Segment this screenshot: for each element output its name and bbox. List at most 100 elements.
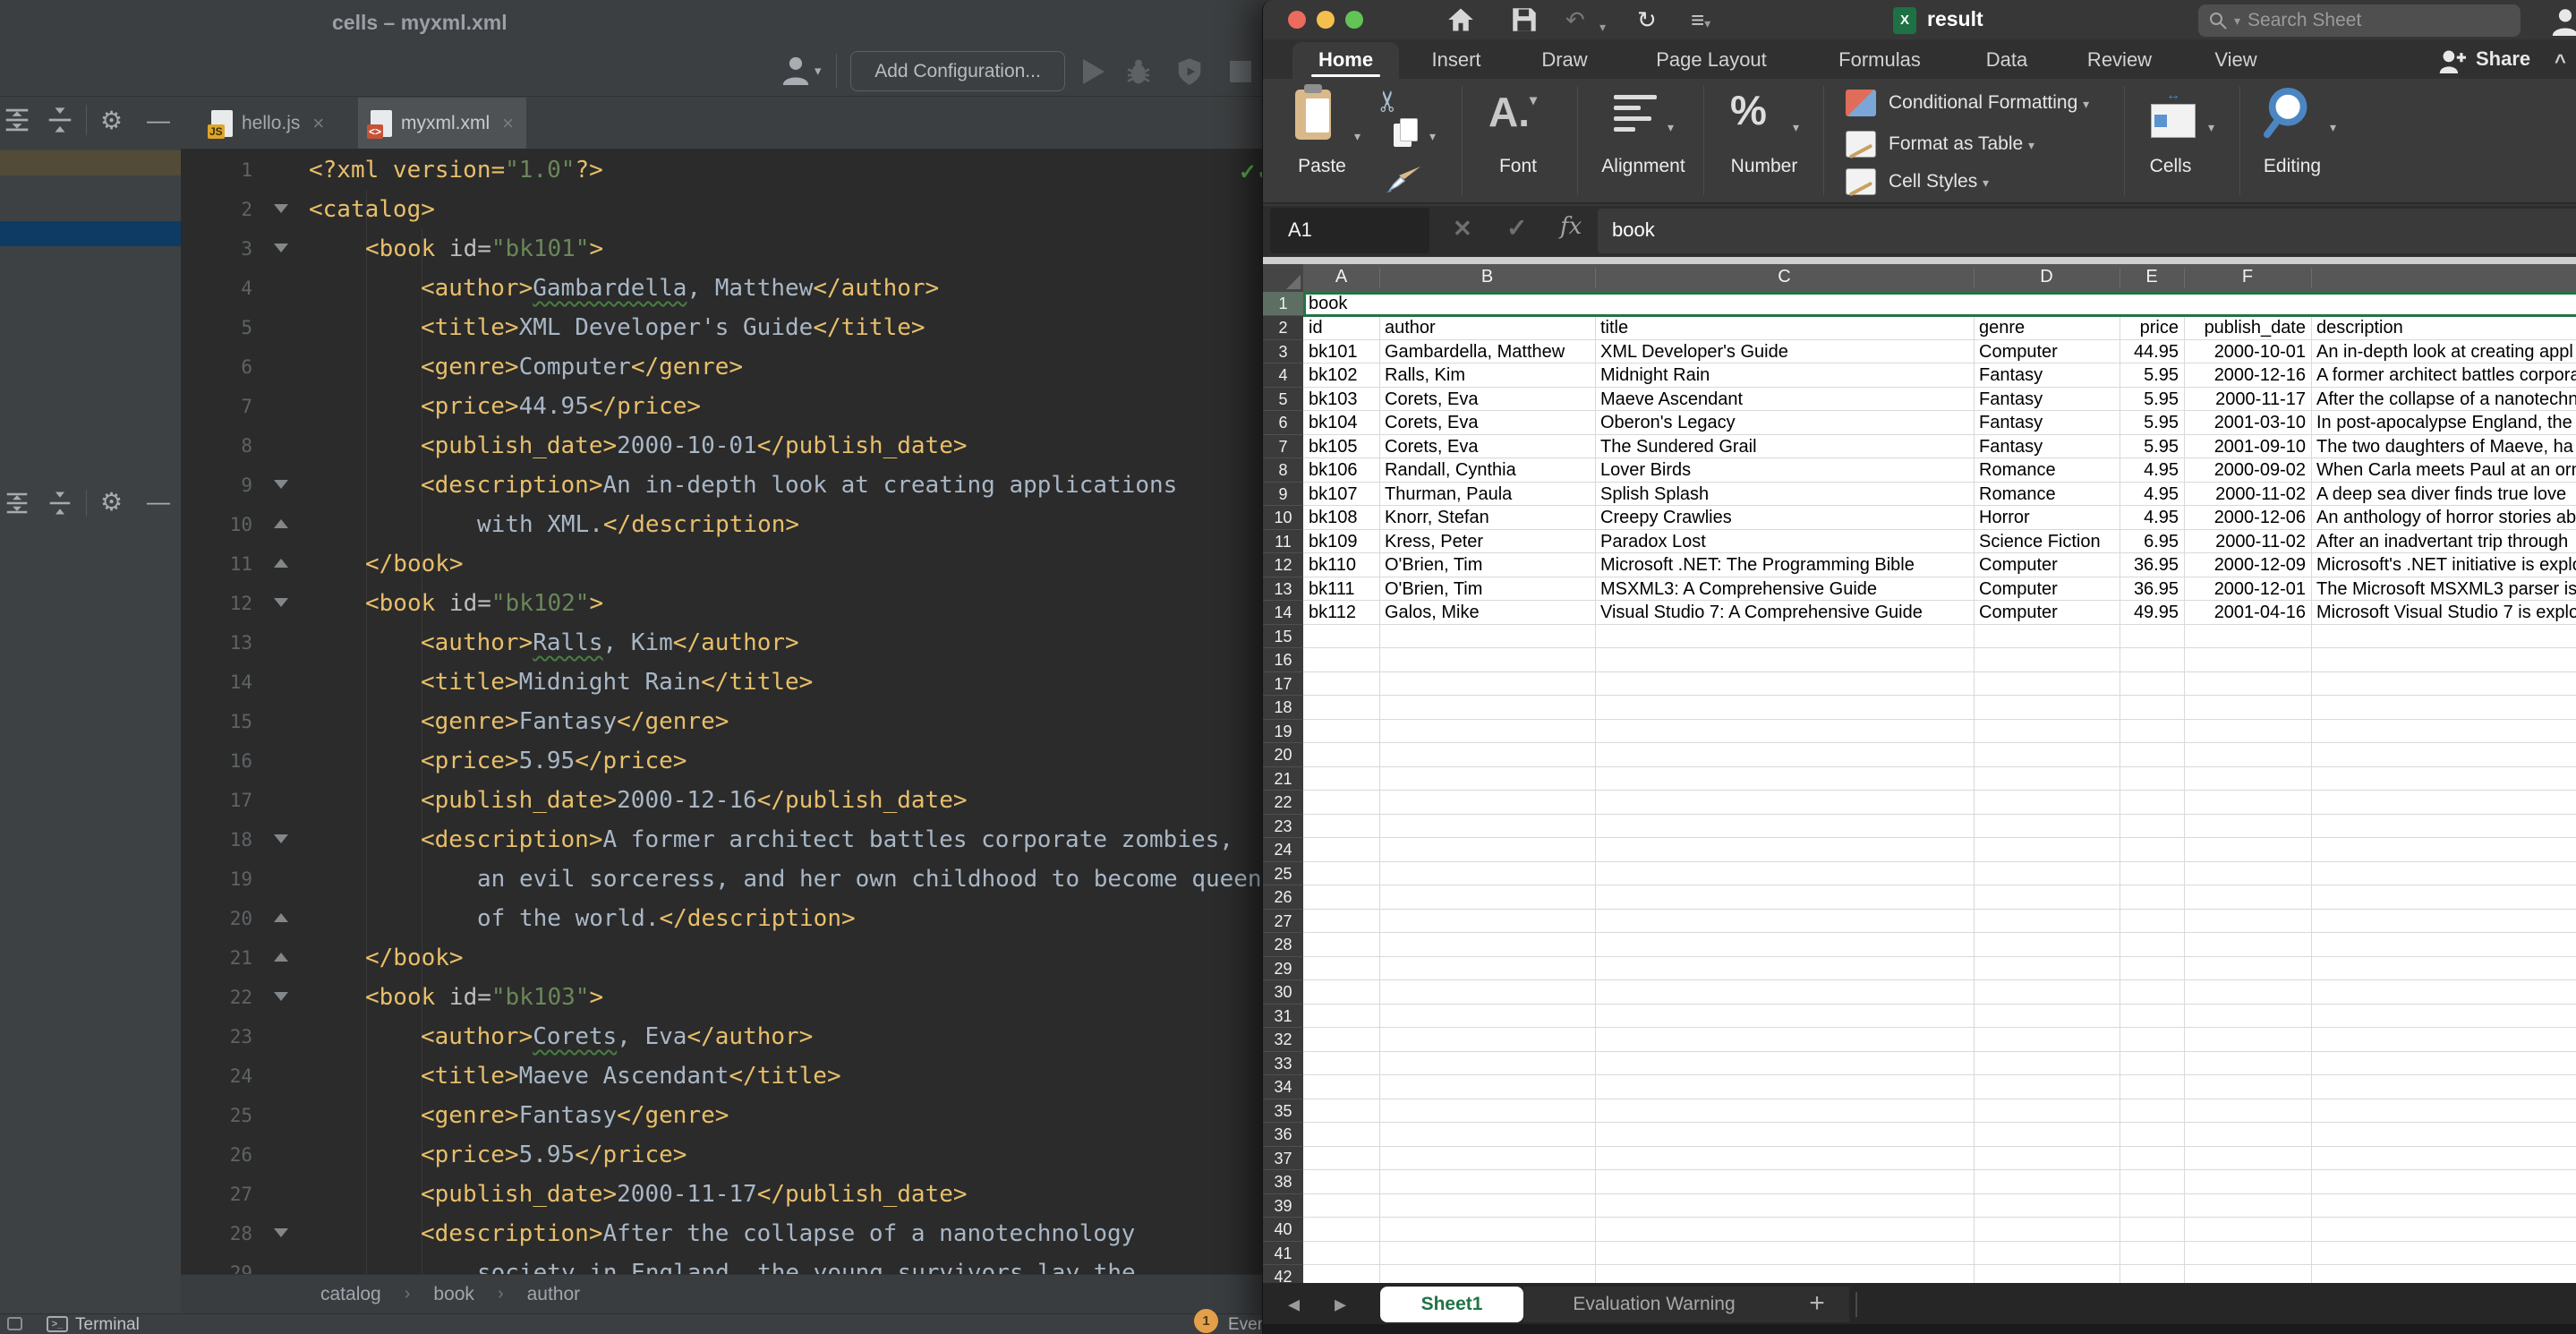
chevron-down-icon[interactable]: ▾ (1429, 129, 1436, 144)
row-header-14[interactable]: 14 (1263, 601, 1303, 625)
grid-cell[interactable]: 36.95 (2125, 577, 2179, 602)
column-header-E[interactable]: E (2145, 267, 2157, 287)
search-input[interactable]: ▾ Search Sheet (2198, 4, 2521, 37)
grid-cell[interactable]: Corets, Eva (1385, 435, 1590, 459)
alignment-group-icon[interactable] (1614, 95, 1657, 138)
grid-cell[interactable]: bk104 (1309, 411, 1374, 435)
grid-cell[interactable]: Corets, Eva (1385, 388, 1590, 412)
account-icon[interactable] (2550, 5, 2576, 36)
format-painter-icon[interactable] (1385, 165, 1424, 192)
grid-cell[interactable]: Randall, Cynthia (1385, 458, 1590, 483)
grid-cell[interactable]: 2000-12-01 (2189, 577, 2306, 602)
chevron-down-icon[interactable]: ▾ (1354, 129, 1361, 144)
fold-marker[interactable] (274, 480, 288, 489)
grid-cell[interactable]: 2001-03-10 (2189, 411, 2306, 435)
grid-cell[interactable]: Gambardella, Matthew (1385, 340, 1590, 364)
row-header-11[interactable]: 11 (1263, 530, 1303, 554)
fold-marker[interactable] (274, 992, 288, 1001)
row-header-18[interactable]: 18 (1263, 696, 1303, 720)
grid-cell[interactable]: Microsoft Visual Studio 7 is explo (2316, 601, 2576, 625)
collapse-ribbon-icon[interactable]: ^ (2555, 50, 2566, 73)
grid-cell[interactable]: The Microsoft MSXML3 parser is (2316, 577, 2576, 602)
grid-cell[interactable]: bk110 (1309, 553, 1374, 577)
user-avatar-icon[interactable]: ▾ (780, 52, 831, 90)
row-header-26[interactable]: 26 (1263, 885, 1303, 910)
grid-cell[interactable]: Oberon's Legacy (1600, 411, 1968, 435)
add-configuration-button[interactable]: Add Configuration... (850, 51, 1065, 91)
row-header-4[interactable]: 4 (1263, 363, 1303, 388)
row-header-31[interactable]: 31 (1263, 1005, 1303, 1029)
row-header-22[interactable]: 22 (1263, 791, 1303, 815)
row-header-8[interactable]: 8 (1263, 458, 1303, 483)
row-header-37[interactable]: 37 (1263, 1147, 1303, 1171)
grid-cell[interactable]: Maeve Ascendant (1600, 388, 1968, 412)
tree-row-highlighted[interactable] (0, 150, 181, 175)
quick-access-menu-icon[interactable]: ≡▾ (1691, 7, 1710, 36)
font-group-icon[interactable]: A.▾ (1488, 88, 1560, 136)
grid-cell[interactable]: Creepy Crawlies (1600, 506, 1968, 530)
row-header-7[interactable]: 7 (1263, 435, 1303, 459)
prev-sheet-icon[interactable]: ◂ (1288, 1290, 1300, 1318)
grid-cell[interactable]: Romance (1979, 483, 2114, 507)
grid-cell[interactable]: 36.95 (2125, 553, 2179, 577)
row-header-2[interactable]: 2 (1263, 316, 1303, 340)
undo-icon[interactable]: ↶ (1565, 7, 1585, 32)
grid-cell[interactable]: Computer (1979, 340, 2114, 364)
editing-group-icon[interactable] (2264, 86, 2319, 141)
column-header-A[interactable]: A (1335, 267, 1347, 287)
next-sheet-icon[interactable]: ▸ (1335, 1290, 1346, 1318)
grid-cell[interactable]: Computer (1979, 577, 2114, 602)
grid-cell[interactable]: bk112 (1309, 601, 1374, 625)
name-box[interactable]: A1 (1270, 208, 1429, 253)
grid-cell[interactable]: 2000-11-02 (2189, 530, 2306, 554)
grid-cell[interactable]: bk103 (1309, 388, 1374, 412)
grid-cell[interactable]: The two daughters of Maeve, ha (2316, 435, 2576, 459)
fold-marker[interactable] (274, 598, 288, 607)
close-icon[interactable]: × (502, 112, 514, 135)
grid-cell[interactable]: Romance (1979, 458, 2114, 483)
grid-cell[interactable]: After the collapse of a nanotechn (2316, 388, 2576, 412)
grid-cell[interactable]: 2000-09-02 (2189, 458, 2306, 483)
grid-cell[interactable]: Microsoft's .NET initiative is explo (2316, 553, 2576, 577)
row-header-33[interactable]: 33 (1263, 1052, 1303, 1076)
terminal-button[interactable]: Terminal (75, 1314, 140, 1334)
row-header-25[interactable]: 25 (1263, 862, 1303, 886)
grid-cell[interactable]: Computer (1979, 553, 2114, 577)
grid-cell[interactable]: price (2125, 316, 2179, 340)
grid-cell[interactable]: An anthology of horror stories ab (2316, 506, 2576, 530)
tree-row-selected[interactable] (0, 221, 181, 246)
tab-formulas[interactable]: Formulas (1838, 48, 1921, 72)
row-header-10[interactable]: 10 (1263, 506, 1303, 530)
row-header-28[interactable]: 28 (1263, 933, 1303, 957)
run-button[interactable] (1078, 57, 1108, 86)
gear-icon[interactable]: ⚙ (100, 486, 123, 518)
chevron-down-icon[interactable]: ▾ (1599, 14, 1606, 39)
row-header-5[interactable]: 5 (1263, 388, 1303, 412)
tab-draw[interactable]: Draw (1541, 48, 1587, 72)
grid-cell[interactable]: bk106 (1309, 458, 1374, 483)
grid-cell[interactable]: Horror (1979, 506, 2114, 530)
share-button[interactable]: Share (2476, 47, 2530, 71)
enter-check-icon[interactable]: ✓ (1506, 213, 1527, 243)
row-header-21[interactable]: 21 (1263, 767, 1303, 791)
row-header-13[interactable]: 13 (1263, 577, 1303, 602)
chevron-down-icon[interactable]: ▾ (2208, 120, 2214, 135)
grid-cell[interactable]: Midnight Rain (1600, 363, 1968, 388)
column-header-C[interactable]: C (1778, 267, 1790, 287)
grid-cell[interactable]: 5.95 (2125, 388, 2179, 412)
sheet-tab-sheet1[interactable]: Sheet1 (1380, 1287, 1523, 1322)
grid-cell[interactable]: description (2316, 316, 2576, 340)
collapse-all-icon[interactable] (47, 490, 73, 517)
row-header-34[interactable]: 34 (1263, 1075, 1303, 1099)
grid-cell[interactable]: title (1600, 316, 1968, 340)
project-tool-window[interactable]: ⚙ — (0, 149, 181, 1313)
row-header-36[interactable]: 36 (1263, 1123, 1303, 1147)
tab-review[interactable]: Review (2087, 48, 2152, 72)
chevron-down-icon[interactable]: ▾ (1793, 120, 1799, 135)
fx-icon[interactable]: fx (1560, 213, 1582, 240)
cell-a1[interactable]: book (1309, 292, 1846, 316)
save-icon[interactable] (1512, 7, 1537, 32)
grid-cell[interactable]: An in-depth look at creating appl (2316, 340, 2576, 364)
sheet-tab-evaluation-warning[interactable]: Evaluation Warning (1523, 1287, 1785, 1322)
breadcrumb-item[interactable]: catalog (320, 1284, 381, 1305)
